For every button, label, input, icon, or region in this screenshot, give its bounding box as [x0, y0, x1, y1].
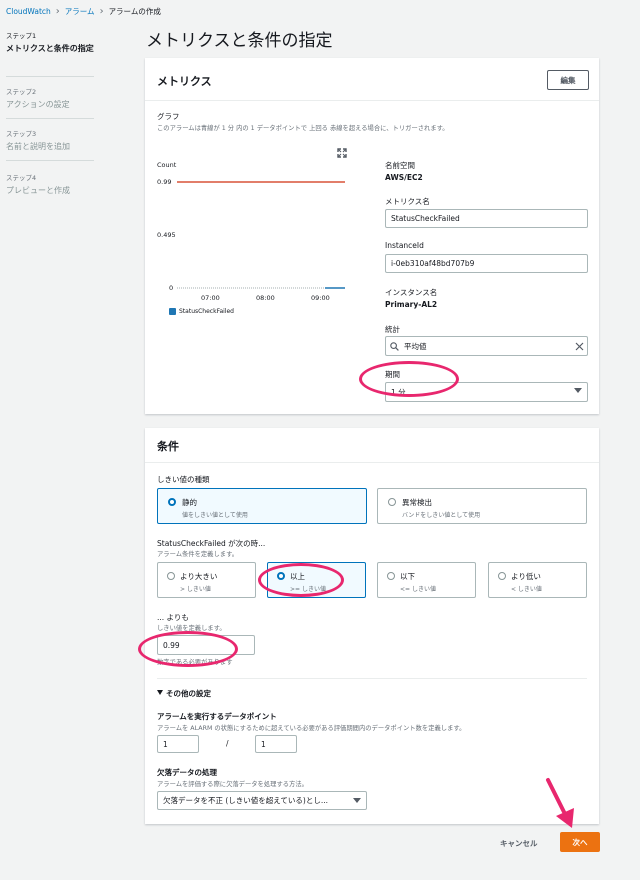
op-title: 以下 [400, 572, 415, 581]
clear-icon[interactable] [575, 342, 584, 351]
panel-divider [145, 462, 599, 463]
op-less-or-equal[interactable]: 以下 <= しきい値 [377, 562, 476, 598]
op-title: より低い [511, 572, 541, 581]
conditions-panel: 条件 しきい値の種類 静的 値をしきい値として使用 異常検出 バンドをしきい値と… [145, 428, 599, 824]
step-number: ステップ1 [6, 32, 37, 40]
instance-id-label: InstanceId [385, 241, 424, 250]
chevron-right-icon: › [99, 6, 104, 17]
datapoints-label: アラームを実行するデータポイント [157, 712, 277, 721]
threshold-type-static[interactable]: 静的 値をしきい値として使用 [157, 488, 367, 524]
annotation-arrow-icon [546, 778, 574, 828]
missing-data-value: 欠落データを不正 (しきい値を超えている)とし... [163, 796, 329, 805]
op-less[interactable]: より低い < しきい値 [488, 562, 587, 598]
cancel-button[interactable]: キャンセル [500, 838, 538, 849]
instance-name-label: インスタンス名 [385, 288, 438, 297]
conditions-header: 条件 [157, 440, 179, 453]
chevron-right-icon: › [55, 6, 60, 17]
namespace-value: AWS/EC2 [385, 173, 423, 182]
missing-data-label: 欠落データの処理 [157, 768, 217, 777]
page-title: メトリクスと条件の指定 [146, 31, 333, 51]
statistic-label: 統計 [385, 325, 400, 334]
threshold-type-label: しきい値の種類 [157, 475, 210, 484]
step-4: ステップ4 プレビューと作成 [6, 172, 98, 197]
step-title[interactable]: アクションの設定 [6, 99, 98, 111]
datapoints-desc: アラームを ALARM の状態にするために超えている必要がある評価期間内のデータ… [157, 725, 466, 732]
step-title[interactable]: 名前と説明を追加 [6, 141, 98, 153]
anomaly-title: 異常検出 [402, 498, 432, 507]
annotation-circle-period [359, 361, 459, 397]
metrics-panel: メトリクス 編集 グラフ このアラームは青線が 1 分 内の 1 データポイント… [145, 58, 599, 414]
anomaly-desc: バンドをしきい値として使用 [402, 512, 481, 519]
x-tick-label: 09:00 [311, 294, 330, 302]
op-greater[interactable]: より大きい > しきい値 [157, 562, 256, 598]
datapoints-m-input[interactable]: 1 [157, 735, 199, 753]
breadcrumb-cloudwatch-link[interactable]: CloudWatch [6, 7, 51, 16]
static-title: 静的 [182, 498, 197, 507]
radio-static[interactable] [168, 498, 176, 506]
step-divider [6, 118, 94, 119]
metric-name-label: メトリクス名 [385, 197, 430, 206]
step-number: ステップ3 [6, 130, 37, 138]
namespace-label: 名前空間 [385, 161, 415, 170]
datapoints-separator: / [226, 739, 229, 748]
radio-less[interactable] [498, 572, 506, 580]
step-divider [6, 160, 94, 161]
step-title[interactable]: プレビューと作成 [6, 185, 98, 197]
static-desc: 値をしきい値として使用 [182, 512, 248, 519]
step-title: メトリクスと条件の指定 [6, 44, 94, 53]
other-settings-toggle[interactable]: その他の設定 [166, 688, 211, 699]
annotation-circle-operator [258, 563, 344, 597]
step-number: ステップ2 [6, 88, 37, 96]
op-desc: <= しきい値 [400, 586, 436, 593]
threshold-type-anomaly[interactable]: 異常検出 バンドをしきい値として使用 [377, 488, 587, 524]
section-divider [157, 678, 587, 679]
op-desc: > しきい値 [180, 586, 211, 593]
condition-when-label: StatusCheckFailed が次の時... [157, 539, 266, 548]
chart-plot [177, 181, 345, 289]
instance-id-field[interactable]: i-0eb310af48bd707b9 [385, 254, 588, 273]
search-icon [390, 342, 399, 351]
missing-data-desc: アラームを評価する際に欠落データを処理する方法。 [157, 781, 308, 788]
step-divider [6, 76, 94, 77]
caret-down-icon [574, 388, 582, 393]
caret-down-icon [353, 798, 361, 803]
op-desc: < しきい値 [511, 586, 542, 593]
step-3: ステップ3 名前と説明を追加 [6, 128, 98, 153]
op-title: より大きい [180, 572, 218, 581]
breadcrumb-alarms-link[interactable]: アラーム [65, 6, 95, 17]
radio-greater[interactable] [167, 572, 175, 580]
caret-down-icon[interactable] [157, 690, 163, 695]
step-number: ステップ4 [6, 174, 37, 182]
statistic-value: 平均値 [404, 341, 427, 351]
next-button[interactable]: 次へ [560, 832, 600, 852]
metric-name-field[interactable]: StatusCheckFailed [385, 209, 588, 228]
step-2: ステップ2 アクションの設定 [6, 86, 98, 111]
step-1: ステップ1 メトリクスと条件の指定 [6, 30, 98, 55]
breadcrumb-current: アラームの作成 [108, 7, 161, 16]
statistic-field[interactable]: 平均値 [385, 336, 588, 356]
radio-less-or-equal[interactable] [387, 572, 395, 580]
annotation-circle-threshold [138, 631, 238, 667]
legend-label: StatusCheckFailed [179, 308, 234, 315]
instance-name-value: Primary-AL2 [385, 300, 438, 309]
legend-swatch [169, 308, 176, 315]
condition-when-desc: アラーム条件を定義します。 [157, 551, 239, 558]
radio-anomaly[interactable] [388, 498, 396, 506]
breadcrumb: CloudWatch › アラーム › アラームの作成 [6, 6, 161, 17]
missing-data-select[interactable]: 欠落データを不正 (しきい値を超えている)とし... [157, 791, 367, 810]
datapoints-n-input[interactable]: 1 [255, 735, 297, 753]
x-tick-label: 08:00 [256, 294, 275, 302]
x-tick-label: 07:00 [201, 294, 220, 302]
than-label: ... よりも [157, 613, 189, 622]
